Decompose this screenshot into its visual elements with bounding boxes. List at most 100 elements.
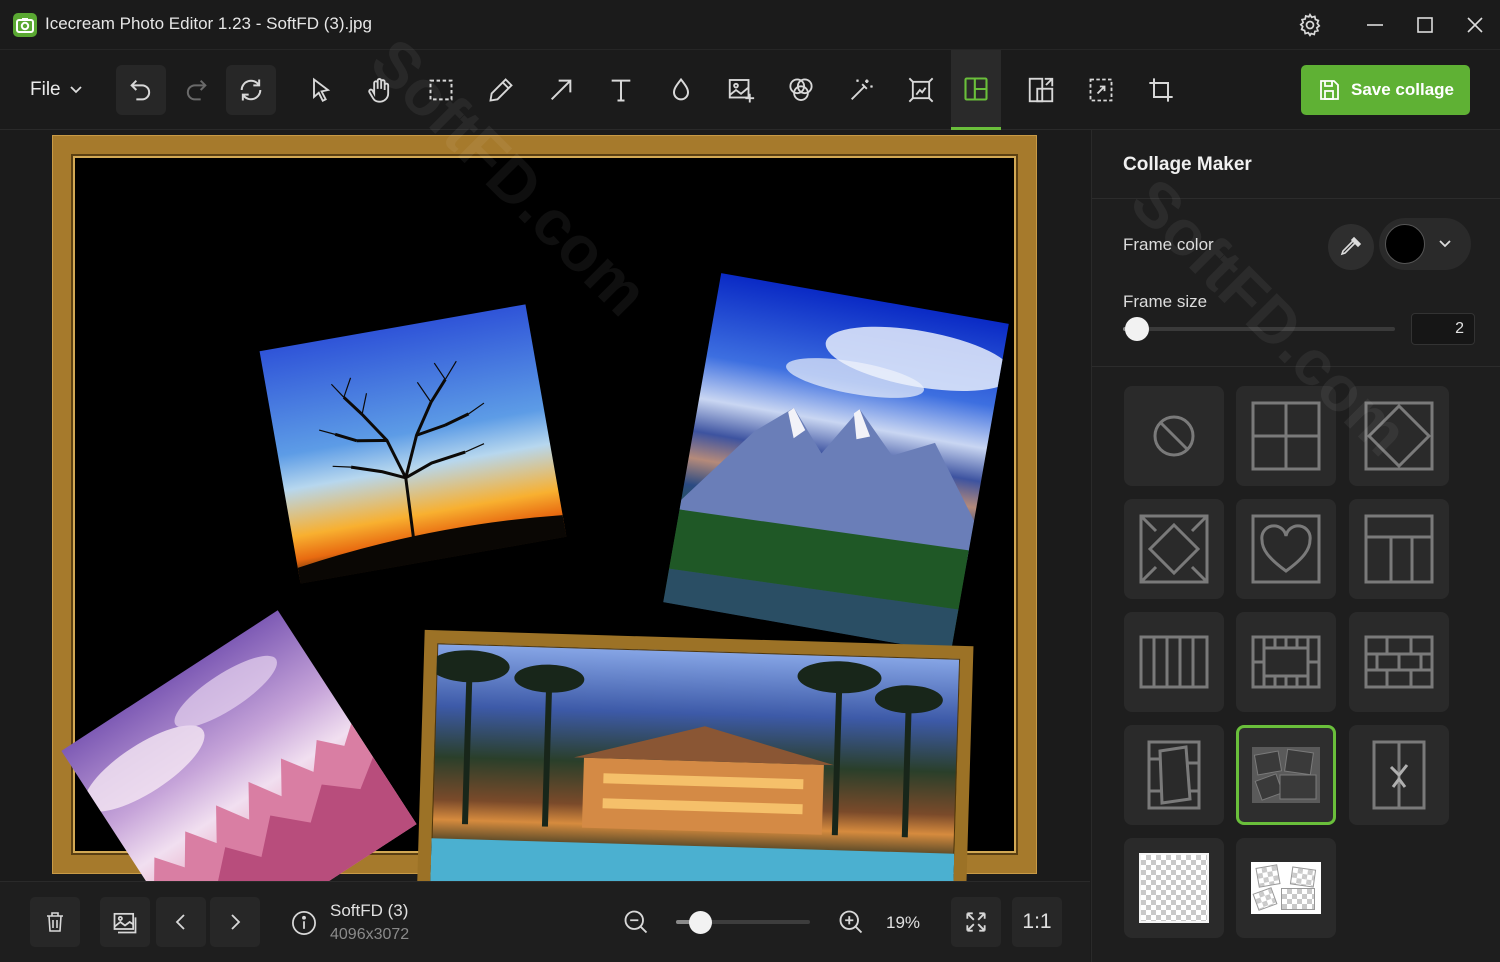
- template-grid-2x2[interactable]: [1236, 386, 1336, 486]
- custom-template-thumbnail: [1251, 862, 1321, 914]
- save-icon: [1320, 80, 1339, 100]
- heart-icon: [1251, 514, 1321, 584]
- vertical-strips-icon: [1139, 635, 1209, 689]
- frame-size-label: Frame size: [1123, 292, 1208, 311]
- template-polaroid-scatter[interactable]: [1236, 725, 1336, 825]
- save-collage-label: Save collage: [1351, 80, 1455, 99]
- panel-divider: [1092, 198, 1500, 199]
- maximize-icon[interactable]: [1407, 7, 1443, 43]
- text-tool[interactable]: [596, 65, 646, 115]
- photo-tree-sunset[interactable]: [259, 304, 567, 584]
- eyedropper-button[interactable]: [1328, 224, 1374, 270]
- pencil-tool[interactable]: [476, 65, 526, 115]
- template-torn-pieces[interactable]: [1349, 725, 1449, 825]
- frame-size-slider-thumb[interactable]: [1124, 317, 1149, 341]
- next-button[interactable]: [210, 897, 260, 947]
- template-none[interactable]: [1124, 386, 1224, 486]
- template-scattered-rects[interactable]: [1124, 725, 1224, 825]
- drop-icon: [673, 77, 689, 101]
- t-layout-icon: [1364, 514, 1434, 584]
- redo-button[interactable]: [171, 65, 221, 115]
- eyedropper-icon: [1340, 236, 1362, 256]
- zoom-slider-thumb[interactable]: [688, 911, 712, 934]
- bottom-bar: SoftFD (3) 4096x3072 19% 1:1: [0, 881, 1090, 962]
- redo-icon: [186, 79, 207, 101]
- scattered-rects-icon: [1147, 740, 1201, 810]
- arrow-icon: [550, 79, 572, 101]
- add-image-tool[interactable]: [716, 65, 766, 115]
- zoom-value: 19%: [886, 913, 921, 932]
- blur-tool[interactable]: [656, 65, 706, 115]
- canvas-area[interactable]: [0, 130, 1090, 962]
- template-custom-checker-2[interactable]: [1236, 838, 1336, 938]
- trash-icon: [47, 912, 63, 932]
- resize-icon: [908, 77, 934, 103]
- template-diamond[interactable]: [1349, 386, 1449, 486]
- crop-tool[interactable]: [1136, 65, 1186, 115]
- filters-tool[interactable]: [776, 65, 826, 115]
- file-menu-label: File: [30, 79, 61, 100]
- crop-fit-tool[interactable]: [1076, 65, 1126, 115]
- previous-button[interactable]: [156, 897, 206, 947]
- info-icon[interactable]: [290, 909, 318, 942]
- collage-maker-panel: Collage Maker Frame color Frame size 2: [1091, 130, 1500, 962]
- close-icon[interactable]: [1457, 7, 1493, 43]
- app-logo-icon: [13, 13, 37, 37]
- brick-icon: [1364, 635, 1434, 689]
- reset-button[interactable]: [226, 65, 276, 115]
- template-t-layout[interactable]: [1349, 499, 1449, 599]
- file-name: SoftFD (3): [330, 901, 409, 920]
- marquee-icon: [429, 79, 453, 101]
- template-heart[interactable]: [1236, 499, 1336, 599]
- frame-size-slider[interactable]: [1123, 327, 1395, 331]
- photo-mountain-lake[interactable]: [663, 273, 1009, 653]
- export-tool[interactable]: [1016, 65, 1066, 115]
- rectangle-select-tool[interactable]: [416, 65, 466, 115]
- cursor-icon: [313, 77, 331, 102]
- film-frame-icon: [1251, 635, 1321, 689]
- magic-wand-tool[interactable]: [836, 65, 886, 115]
- diamond-icon: [1364, 401, 1434, 471]
- toolbar: File Save collage: [0, 50, 1500, 130]
- pan-tool[interactable]: [355, 65, 405, 115]
- frame-color-dropdown[interactable]: [1379, 218, 1471, 270]
- chevron-down-icon: [1439, 240, 1451, 248]
- grid-2x2-icon: [1251, 401, 1321, 471]
- frame-size-input[interactable]: 2: [1411, 313, 1475, 345]
- panel-title: Collage Maker: [1123, 154, 1252, 175]
- title-bar: Icecream Photo Editor 1.23 - SoftFD (3).…: [0, 0, 1500, 50]
- undo-icon: [130, 79, 151, 101]
- zoom-out-icon[interactable]: [622, 908, 650, 941]
- arrow-tool[interactable]: [536, 65, 586, 115]
- resize-tool[interactable]: [896, 65, 946, 115]
- frame-color-label: Frame color: [1123, 235, 1214, 254]
- settings-icon[interactable]: [1292, 7, 1328, 43]
- gallery-button[interactable]: [100, 897, 150, 947]
- save-collage-button[interactable]: Save collage: [1301, 65, 1470, 115]
- torn-pieces-icon: [1372, 740, 1426, 810]
- zoom-in-icon[interactable]: [837, 908, 865, 941]
- filters-icon: [789, 78, 813, 101]
- chevron-right-icon: [231, 914, 241, 930]
- hand-icon: [368, 78, 390, 103]
- select-tool[interactable]: [296, 65, 346, 115]
- custom-template-thumbnail: [1139, 853, 1209, 923]
- undo-button[interactable]: [116, 65, 166, 115]
- template-diamond-corners[interactable]: [1124, 499, 1224, 599]
- export-icon: [1028, 77, 1054, 103]
- delete-button[interactable]: [30, 897, 80, 947]
- template-film-frame[interactable]: [1236, 612, 1336, 712]
- template-vertical-strips[interactable]: [1124, 612, 1224, 712]
- add-image-icon: [728, 79, 755, 103]
- collage-tool[interactable]: [951, 50, 1001, 130]
- minimize-icon[interactable]: [1357, 7, 1393, 43]
- file-menu[interactable]: File: [18, 70, 95, 110]
- fit-screen-button[interactable]: [951, 897, 1001, 947]
- actual-size-button[interactable]: 1:1: [1012, 897, 1062, 947]
- template-custom-checker-1[interactable]: [1124, 838, 1224, 938]
- polaroid-scatter-icon: [1252, 747, 1320, 803]
- refresh-icon: [240, 79, 262, 101]
- no-template-icon: [1153, 415, 1195, 457]
- diamond-corners-icon: [1139, 514, 1209, 584]
- template-brick[interactable]: [1349, 612, 1449, 712]
